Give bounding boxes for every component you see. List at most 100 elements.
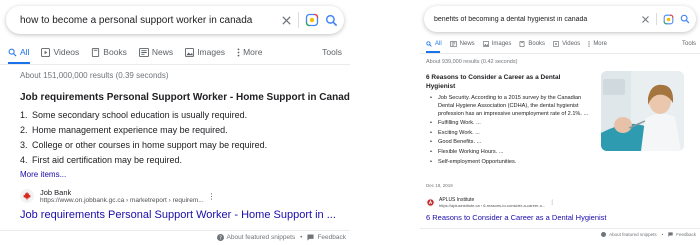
tab-books[interactable]: Books [91,47,127,57]
snippet-date: Dec 18, 2019 [426,183,453,188]
source-name: Job Bank [40,188,72,197]
dental-hygienist-photo[interactable] [601,71,684,151]
search-input[interactable]: benefits of becoming a dental hygienist … [424,16,641,23]
play-icon [553,41,560,47]
svg-text:?: ? [219,235,222,241]
result-source[interactable]: Job Bank https://www.on.jobbank.gc.ca › … [20,188,216,204]
search-icon[interactable] [680,14,690,24]
more-vert-icon [237,47,240,57]
feedback-icon [307,234,315,241]
source-url: https://www.on.jobbank.gc.ca › marketrep… [40,197,204,204]
tab-more[interactable]: More [237,47,262,57]
feedback-icon [668,232,673,237]
source-url: https://aplusinstitute.ca › 6-reasons-to… [439,203,546,208]
tab-label: More [243,47,263,57]
more-items-link[interactable]: More items... [20,170,66,179]
search-box-divider [656,13,657,25]
tab-label: Books [103,47,127,57]
tab-label: Books [528,41,546,47]
footer-divider [420,228,700,229]
featured-snippet-title: 6 Reasons to Consider a Career as a Dent… [426,74,561,90]
tools-button[interactable]: Tools [682,41,696,47]
search-icon [8,48,17,57]
tab-videos[interactable]: Videos [553,41,580,47]
snippet-list: 1. Some secondary school education is usu… [20,108,267,168]
tab-books[interactable]: Books [519,41,545,47]
about-snippets-link[interactable]: About featured snippets [609,232,657,237]
tab-label: All [20,47,30,57]
tab-news[interactable]: News [138,47,174,57]
tab-all[interactable]: All [8,47,29,57]
result-title-link[interactable]: Job requirements Personal Support Worker… [20,209,336,221]
search-tabs: All News Images Books Videos More Tools [426,41,696,47]
search-box[interactable]: how to become a personal support worker … [6,6,344,34]
result-stats: About 939,000 results (0.42 seconds) [426,59,518,65]
tab-all[interactable]: All [426,41,442,47]
tab-label: Images [491,41,512,47]
help-icon: ? [216,234,224,241]
list-item: Self-employment Opportunities. [430,159,590,167]
tab-label: Images [197,47,226,57]
tabs-divider [0,64,350,65]
lens-icon[interactable] [663,14,674,25]
tab-label: News [459,41,475,47]
about-snippets-link[interactable]: About featured snippets [227,234,296,241]
more-options-icon[interactable]: ⋮ [208,192,216,201]
snippet-footer: ? About featured snippets • Feedback [216,234,346,241]
play-icon [41,47,51,57]
tab-more[interactable]: More [588,41,607,47]
search-box[interactable]: benefits of becoming a dental hygienist … [424,6,696,32]
footer-divider [0,230,350,231]
tabs-divider [420,53,700,54]
tab-label: More [593,41,607,47]
left-search-panel: how to become a personal support worker … [0,0,350,245]
list-item: Fulfilling Work. ... [430,120,590,128]
list-item: Flexible Working Hours. ... [430,149,590,157]
more-vert-icon [588,41,590,47]
result-stats: About 151,000,000 results (0.39 seconds) [20,71,169,80]
list-item: Job Security. According to a 2015 survey… [430,95,590,118]
maple-leaf-icon [20,189,34,203]
list-item: 1. Some secondary school education is usu… [20,110,248,120]
site-logo-icon [426,198,435,207]
result-title-link[interactable]: 6 Reasons to Consider a Career as a Dent… [426,213,607,222]
search-icon [426,41,432,47]
separator: • [661,232,664,237]
news-icon [449,41,457,47]
tab-images[interactable]: Images [482,41,512,47]
image-icon [482,41,489,47]
search-icon[interactable] [325,14,338,27]
feedback-link[interactable]: Feedback [317,234,346,241]
search-input[interactable]: how to become a personal support worker … [6,15,281,26]
list-item: Exciting Work. ... [430,130,590,138]
help-icon [601,232,607,237]
list-item: Good Benefits. ... [430,139,590,147]
tab-label: News [151,47,174,57]
result-source[interactable]: APLUS Institute https://aplusinstitute.c… [426,197,555,208]
list-item: 4. First aid certification may be require… [20,155,183,165]
snippet-footer: About featured snippets • Feedback [601,232,696,237]
news-icon [138,47,149,57]
featured-snippet-title: Job requirements Personal Support Worker… [20,92,350,103]
feedback-link[interactable]: Feedback [676,232,696,237]
more-options-icon[interactable]: ⋮ [549,199,555,206]
book-icon [91,47,100,57]
search-box-divider [298,12,299,28]
list-item: 3. College or other courses in home suppo… [20,140,268,150]
clear-icon[interactable] [641,15,650,24]
tab-news[interactable]: News [449,41,475,47]
tab-label: Videos [562,41,581,47]
separator: • [300,234,303,241]
lens-icon[interactable] [305,13,319,27]
tab-videos[interactable]: Videos [41,47,79,57]
right-search-panel: benefits of becoming a dental hygienist … [420,0,700,245]
clear-icon[interactable] [281,15,292,26]
snippet-list: Job Security. According to a 2015 survey… [430,95,590,166]
search-tabs: All Videos Books News Images More Tools [8,47,342,57]
tab-images[interactable]: Images [185,47,225,57]
book-icon [519,41,525,47]
tab-label: Videos [53,47,80,57]
tools-button[interactable]: Tools [322,47,342,57]
image-icon [185,47,195,57]
list-item: 2. Home management experience may be requ… [20,125,228,135]
